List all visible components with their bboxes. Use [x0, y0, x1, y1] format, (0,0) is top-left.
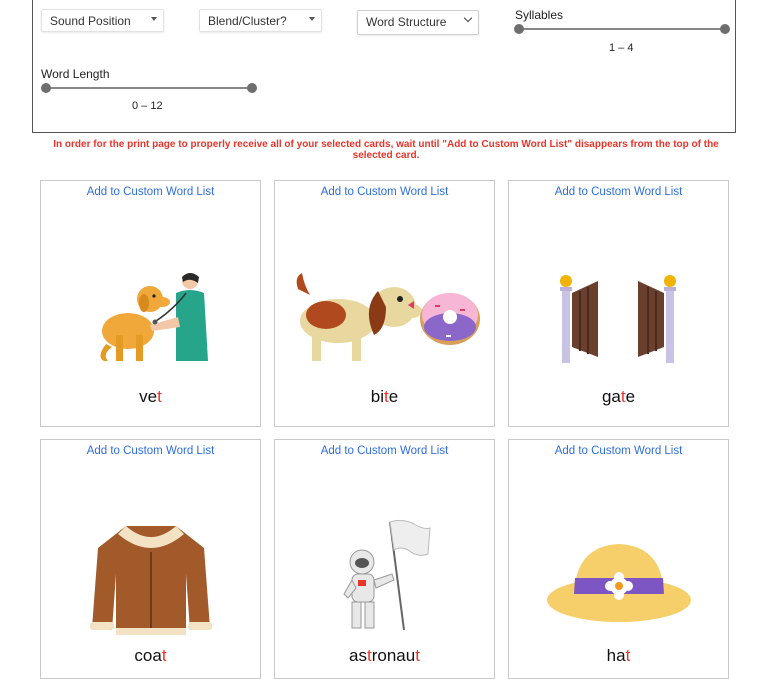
add-to-custom-word-list-link[interactable]: Add to Custom Word List [41, 445, 260, 457]
word-part: ve [139, 387, 158, 406]
word-card-bite[interactable]: Add to Custom Word List bite [274, 180, 495, 427]
word-structure-select[interactable]: Word Structure [357, 10, 479, 35]
word-label: astronaut [275, 646, 494, 666]
word-part: ga [601, 387, 621, 406]
print-notice: In order for the print page to properly … [53, 139, 719, 161]
add-to-custom-word-list-link[interactable]: Add to Custom Word List [275, 445, 494, 457]
target-sound: t [157, 387, 162, 406]
caret-down-icon [151, 17, 157, 21]
target-sound: t [625, 646, 631, 665]
blend-cluster-select[interactable]: Blend/Cluster? [199, 9, 322, 32]
word-structure-select-label: Word Structure [366, 15, 447, 29]
word-part: e [388, 387, 399, 406]
word-length-range-value: 0 – 12 [132, 100, 163, 112]
target-sound: t [415, 646, 420, 665]
gate-icon [509, 261, 728, 376]
word-part: ronau [371, 646, 416, 665]
vet-icon [41, 261, 260, 376]
word-label: hat [509, 646, 728, 666]
astronaut-icon [275, 519, 494, 635]
filter-panel: Sound Position Blend/Cluster? Word Struc… [32, 0, 736, 133]
word-part: as [349, 646, 367, 665]
word-part: ha [606, 646, 626, 665]
word-label: bite [275, 387, 494, 407]
hat-icon [509, 520, 728, 635]
word-part: e [625, 387, 636, 406]
add-to-custom-word-list-link[interactable]: Add to Custom Word List [509, 186, 728, 198]
word-card-gate[interactable]: Add to Custom Word List gate [508, 180, 729, 427]
word-length-max-handle[interactable] [247, 83, 257, 93]
chevron-down-icon [463, 13, 473, 23]
dog-biting-donut-icon [275, 261, 494, 376]
syllables-max-handle[interactable] [720, 24, 730, 34]
add-to-custom-word-list-link[interactable]: Add to Custom Word List [275, 186, 494, 198]
word-label: coat [41, 646, 260, 666]
word-card-coat[interactable]: Add to Custom Word List coat [40, 439, 261, 679]
word-length-slider-track[interactable] [41, 83, 257, 93]
sound-position-select-label: Sound Position [50, 14, 131, 28]
syllables-range-value: 1 – 4 [609, 42, 634, 54]
sound-position-select[interactable]: Sound Position [41, 9, 164, 32]
word-length-min-handle[interactable] [41, 83, 51, 93]
add-to-custom-word-list-link[interactable]: Add to Custom Word List [41, 186, 260, 198]
coat-icon [41, 520, 260, 635]
blend-cluster-select-label: Blend/Cluster? [208, 14, 287, 28]
word-card-hat[interactable]: Add to Custom Word List hat [508, 439, 729, 679]
word-label: gate [509, 387, 728, 407]
syllables-label: Syllables [515, 8, 564, 22]
caret-down-icon [309, 17, 315, 21]
syllables-min-handle[interactable] [514, 24, 524, 34]
word-part: coa [134, 646, 162, 665]
word-part: bi [370, 387, 385, 406]
word-card-vet[interactable]: Add to Custom Word List vet [40, 180, 261, 427]
word-length-label: Word Length [41, 67, 110, 81]
word-card-astronaut[interactable]: Add to Custom Word List astronaut [274, 439, 495, 679]
word-label: vet [41, 387, 260, 407]
syllables-slider-track[interactable] [514, 24, 730, 34]
add-to-custom-word-list-link[interactable]: Add to Custom Word List [509, 445, 728, 457]
target-sound: t [161, 646, 167, 665]
